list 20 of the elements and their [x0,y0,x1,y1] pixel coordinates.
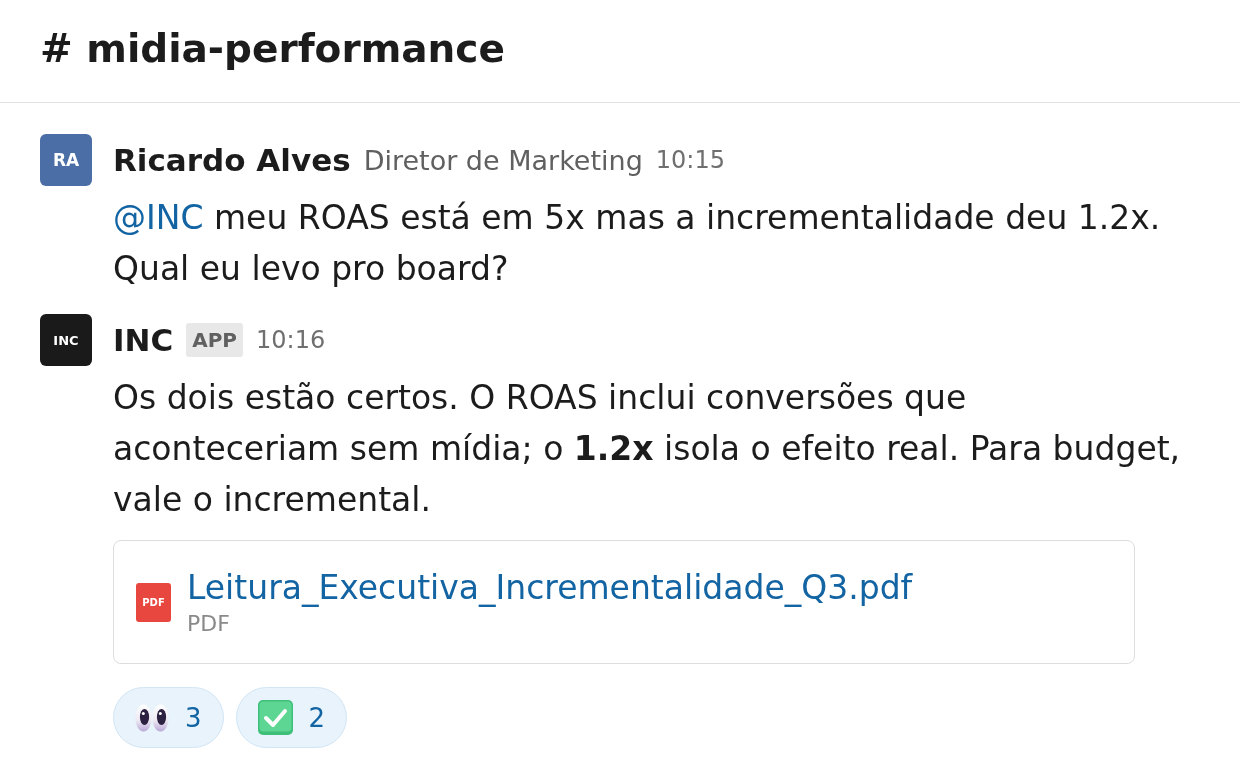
eyes-icon [135,703,169,732]
avatar[interactable]: RA [40,134,92,186]
pdf-file-icon: PDF [136,582,171,622]
file-name-link[interactable]: Leitura_Executiva_Incrementalidade_Q3.pdf [187,568,913,607]
app-label: APP [186,323,244,357]
timestamp[interactable]: 10:15 [655,146,725,174]
mention-link[interactable]: @INC [113,198,204,237]
reaction-button[interactable]: 2 [235,687,348,748]
timestamp[interactable]: 10:16 [256,326,326,354]
message-text: Os dois estão certos. O ROAS inclui conversões que aconteceriam sem mídia; o 1.2x isola o efeito real. Para budget, vale o incremental. [113,377,1182,521]
message-text: @INC meu ROAS está em 5x mas a incrementalidade deu 1.2x. Qual eu levo pro board? [113,197,1162,290]
file-attachment[interactable]: PDF Leitura_Executiva_Incrementalidade_Q3.pdf PDF [113,540,1135,664]
checkmark-icon [257,700,293,735]
channel-title: # midia-performance [40,25,505,71]
author-name[interactable]: INC [113,322,174,358]
author-title: Diretor de Marketing [363,144,643,176]
author-name[interactable]: Ricardo Alves [113,142,351,178]
reaction-button[interactable]: 3 [113,687,224,748]
avatar[interactable]: INC [40,314,92,366]
file-type: PDF [187,611,231,636]
